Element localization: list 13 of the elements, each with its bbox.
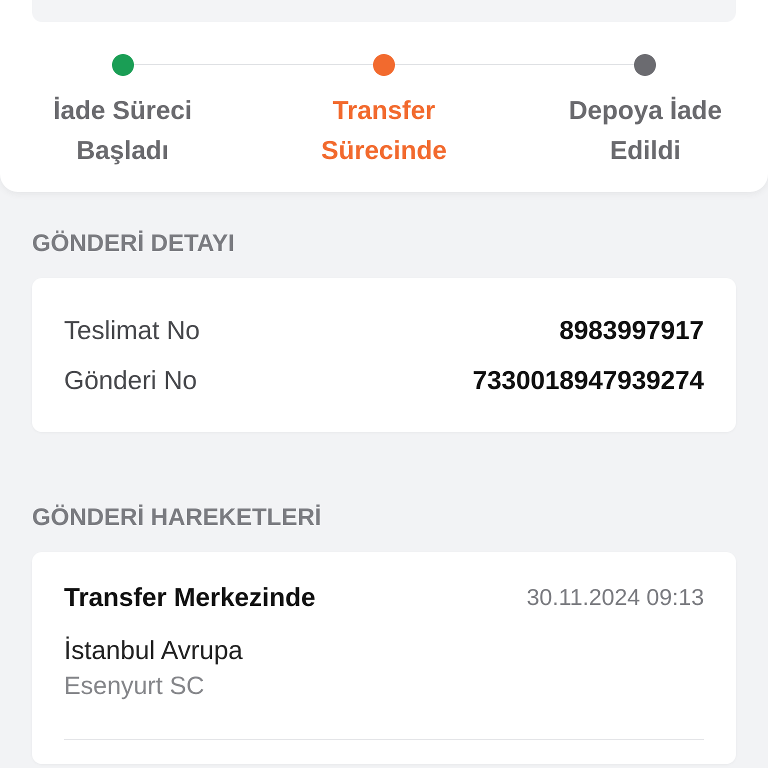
section-title: GÖNDERİ DETAYI bbox=[32, 230, 236, 258]
detail-label: Gönderi No bbox=[64, 364, 197, 396]
event-time: 30.11.2024 09:13 bbox=[526, 584, 704, 611]
event-branch: Esenyurt SC bbox=[64, 672, 206, 701]
step-label: Transfer Sürecinde bbox=[320, 94, 448, 167]
detail-value: 8983997917 bbox=[559, 314, 704, 346]
section-title: GÖNDERİ HAREKETLERİ bbox=[32, 504, 322, 532]
step-label: Depoya İade Edildi bbox=[568, 94, 723, 167]
detail-value: 7330018947939274 bbox=[472, 364, 704, 396]
event-place: İstanbul Avrupa bbox=[64, 635, 244, 666]
detail-label: Teslimat No bbox=[64, 314, 200, 346]
event-title: Transfer Merkezinde bbox=[64, 582, 316, 613]
step-label: İade Süreci Başladı bbox=[52, 94, 194, 167]
